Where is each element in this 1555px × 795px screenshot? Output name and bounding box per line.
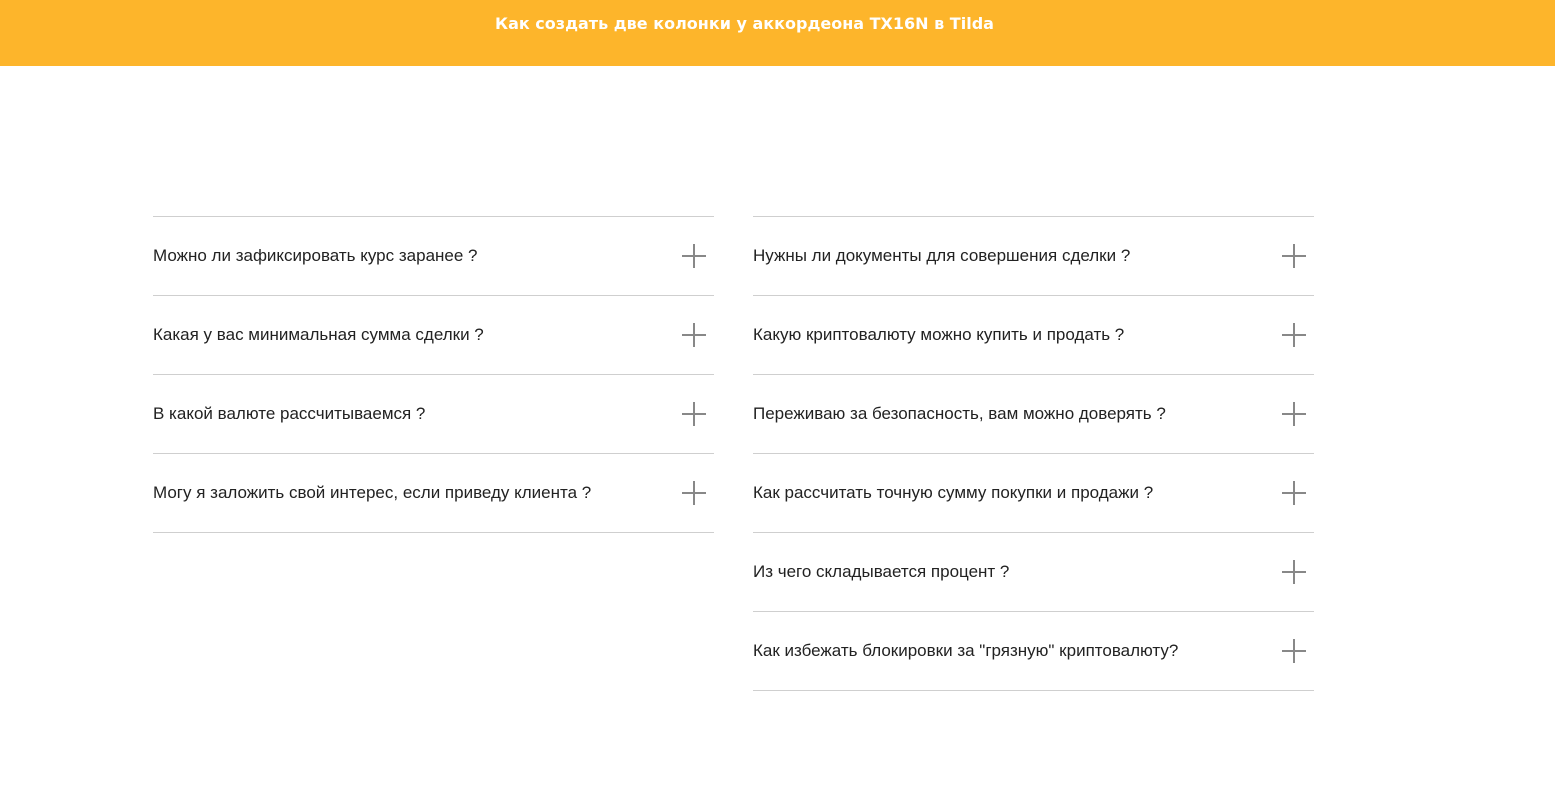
accordion-item[interactable]: В какой валюте рассчитываемся ? <box>153 375 714 454</box>
plus-icon[interactable] <box>1282 244 1306 268</box>
accordion-item[interactable]: Нужны ли документы для совершения сделки… <box>753 217 1314 296</box>
accordion-question: Переживаю за безопасность, вам можно дов… <box>753 404 1166 423</box>
plus-icon[interactable] <box>682 323 706 347</box>
accordion-item[interactable]: Могу я заложить свой интерес, если приве… <box>153 454 714 533</box>
accordion-item[interactable]: Можно ли зафиксировать курс заранее ? <box>153 217 714 296</box>
plus-icon[interactable] <box>682 481 706 505</box>
accordion-question: Нужны ли документы для совершения сделки… <box>753 246 1131 265</box>
accordion-right-column: Нужны ли документы для совершения сделки… <box>753 216 1314 691</box>
plus-icon[interactable] <box>1282 481 1306 505</box>
accordion-item[interactable]: Переживаю за безопасность, вам можно дов… <box>753 375 1314 454</box>
accordion-question: Как рассчитать точную сумму покупки и пр… <box>753 483 1154 502</box>
accordion-item[interactable]: Из чего складывается процент ? <box>753 533 1314 612</box>
plus-icon[interactable] <box>1282 639 1306 663</box>
page-title: Как создать две колонки у аккордеона TX1… <box>495 14 994 33</box>
plus-icon[interactable] <box>1282 402 1306 426</box>
accordion-question: Могу я заложить свой интерес, если приве… <box>153 483 592 502</box>
accordion-item[interactable]: Какая у вас минимальная сумма сделки ? <box>153 296 714 375</box>
accordion-question: Как избежать блокировки за "грязную" кри… <box>753 641 1179 660</box>
accordion-question: Какая у вас минимальная сумма сделки ? <box>153 325 484 344</box>
plus-icon[interactable] <box>1282 323 1306 347</box>
accordion-question: Можно ли зафиксировать курс заранее ? <box>153 246 478 265</box>
plus-icon[interactable] <box>1282 560 1306 584</box>
accordion-question: Какую криптовалюту можно купить и продат… <box>753 325 1125 344</box>
accordion-item[interactable]: Какую криптовалюту можно купить и продат… <box>753 296 1314 375</box>
accordion-item[interactable]: Как рассчитать точную сумму покупки и пр… <box>753 454 1314 533</box>
accordion-question: В какой валюте рассчитываемся ? <box>153 404 426 423</box>
accordion-left-column: Можно ли зафиксировать курс заранее ? Ка… <box>153 216 714 533</box>
accordion-item[interactable]: Как избежать блокировки за "грязную" кри… <box>753 612 1314 691</box>
accordion-question: Из чего складывается процент ? <box>753 562 1010 581</box>
plus-icon[interactable] <box>682 402 706 426</box>
plus-icon[interactable] <box>682 244 706 268</box>
top-banner: Как создать две колонки у аккордеона TX1… <box>0 0 1555 66</box>
